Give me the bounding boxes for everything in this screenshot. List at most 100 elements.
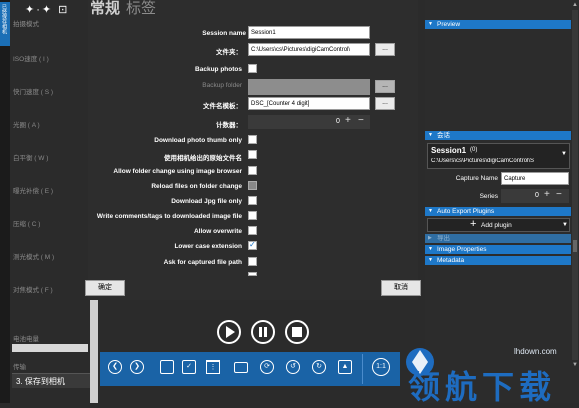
- option-checkbox[interactable]: [248, 135, 257, 144]
- folder-button[interactable]: [234, 362, 248, 373]
- session-name: Session1: [431, 146, 467, 155]
- add-plugin-dropdown[interactable]: + Add plugin ▼: [427, 218, 570, 232]
- watermark-url: lhdown.com: [514, 347, 557, 356]
- image-toolbar: ❮ ❯ ✓ ⋮ ⟳ ↺ ↻ ▲ 1:1: [100, 352, 400, 386]
- prev-icon: ❮: [112, 363, 118, 370]
- plus-icon: +: [470, 218, 477, 230]
- series-value: 0: [535, 192, 539, 199]
- setting-label-iso: ISO速度 ( I ): [13, 56, 49, 63]
- saved-camera-tab-label: 已经保存相机: [1, 4, 7, 34]
- rotate-right-button[interactable]: ↻: [312, 360, 326, 374]
- delete-button[interactable]: ⋮: [206, 360, 220, 374]
- check-button[interactable]: ✓: [182, 360, 196, 374]
- setting-label-shutter: 快门速度 ( S ): [13, 89, 54, 96]
- option-checkbox[interactable]: [248, 166, 257, 175]
- series-stepper: 0 + −: [501, 189, 569, 203]
- option-label: Allow overwrite: [193, 228, 242, 235]
- toolbar-divider: [362, 354, 363, 384]
- next-icon: ❯: [134, 363, 140, 370]
- series-plus-button[interactable]: +: [544, 190, 550, 200]
- backup-folder-input: [248, 79, 370, 95]
- setting-label-metering: 测光模式 ( M ): [13, 254, 55, 261]
- main-vertical-scrollbar[interactable]: [90, 300, 98, 403]
- folder-browse-button[interactable]: ...: [375, 43, 395, 56]
- setting-label-compression: 压缩 ( C ): [13, 221, 41, 228]
- option-checkbox[interactable]: [248, 196, 257, 205]
- image-icon: ▲: [341, 363, 349, 370]
- right-panel-scrollbar[interactable]: [572, 10, 578, 360]
- folder-label: 文件夹：: [216, 49, 242, 56]
- option-checkbox[interactable]: [248, 181, 257, 190]
- option-label: Write comments/tags to downloaded image …: [96, 213, 242, 220]
- pause-icon: [259, 327, 267, 337]
- chevron-down-icon: ▼: [561, 151, 567, 157]
- play-icon: [226, 326, 235, 338]
- file-template-browse-button[interactable]: ...: [375, 97, 395, 110]
- scroll-up-icon[interactable]: ▲: [572, 2, 578, 8]
- session-selector[interactable]: Session1 (0) C:\Users\cs\Pictures\digiCa…: [427, 143, 570, 169]
- add-plugin-label: Add plugin: [481, 222, 512, 229]
- setting-label-aperture: 光圈 ( A ): [13, 122, 40, 129]
- option-checkbox[interactable]: [248, 150, 257, 159]
- stop-button[interactable]: [285, 320, 309, 344]
- capture-name-label: Capture Name: [455, 175, 498, 182]
- tab-general[interactable]: 常规: [90, 0, 120, 18]
- metadata-header[interactable]: Metadata: [425, 256, 571, 265]
- backup-photos-label: Backup photos: [195, 66, 242, 73]
- cancel-button[interactable]: 取消: [381, 280, 421, 296]
- select-all-button[interactable]: [160, 360, 174, 374]
- zoom-1-1-button[interactable]: 1:1: [372, 358, 390, 376]
- backup-folder-label: Backup folder: [202, 82, 242, 89]
- preview-header[interactable]: Preview: [425, 20, 571, 29]
- pause-button[interactable]: [251, 320, 275, 344]
- folder-input[interactable]: C:\Users\cs\Pictures\digiCamControl\: [248, 43, 370, 56]
- play-button[interactable]: [217, 320, 241, 344]
- sync-icon: ⟳: [264, 363, 270, 370]
- check-icon: ✓: [186, 363, 192, 370]
- counter-plus-button[interactable]: +: [345, 116, 351, 126]
- export-header[interactable]: 导出: [425, 234, 571, 243]
- watermark: lhdown.com 领航下载: [400, 340, 579, 405]
- save-target-box[interactable]: 3. 保存到相机: [12, 373, 98, 388]
- option-label: Download Jpg file only: [171, 198, 242, 205]
- option-checkbox[interactable]: [248, 272, 257, 276]
- file-template-input[interactable]: DSC_[Counter 4 digit]: [248, 97, 370, 110]
- counter-label: 计数器：: [216, 122, 242, 129]
- session-path: C:\Users\cs\Pictures\digiCamControl\S: [431, 158, 535, 164]
- capture-name-input[interactable]: Capture: [501, 172, 569, 185]
- image-properties-header[interactable]: Image Properties: [425, 245, 571, 254]
- camera-settings-icons: ✦·✦ ⊡: [25, 4, 70, 16]
- sync-button[interactable]: ⟳: [260, 360, 274, 374]
- option-label: Download photo thumb only: [154, 137, 242, 144]
- counter-minus-button[interactable]: −: [358, 116, 364, 126]
- session-header[interactable]: 会话: [425, 131, 571, 140]
- series-minus-button[interactable]: −: [556, 190, 562, 200]
- session-name-input[interactable]: Session1: [248, 26, 370, 39]
- left-vertical-strip: 已经保存相机: [0, 0, 10, 403]
- stop-icon: [292, 327, 302, 337]
- next-button[interactable]: ❯: [130, 360, 144, 374]
- option-checkbox[interactable]: [248, 240, 257, 250]
- saved-camera-vertical-tab[interactable]: 已经保存相机: [0, 2, 10, 46]
- ok-button[interactable]: 确定: [85, 280, 125, 296]
- battery-label: 电池电量: [13, 336, 39, 343]
- preview-area: [425, 30, 571, 130]
- setting-label-focus-mode: 对焦模式 ( F ): [13, 287, 53, 294]
- series-label: Series: [479, 193, 498, 200]
- option-checkbox[interactable]: [248, 257, 257, 266]
- image-button[interactable]: ▲: [338, 360, 352, 374]
- backup-photos-checkbox[interactable]: [248, 64, 257, 73]
- backup-folder-browse-button: ...: [375, 80, 395, 93]
- auto-export-header[interactable]: Auto Export Plugins: [425, 207, 571, 216]
- session-name-label: Session name: [202, 30, 246, 37]
- option-checkbox[interactable]: [248, 226, 257, 235]
- prev-button[interactable]: ❮: [108, 360, 122, 374]
- setting-label-white-balance: 白平衡 ( W ): [13, 155, 49, 162]
- setting-label-exposure-comp: 曝光补偿 ( E ): [13, 188, 54, 195]
- option-checkbox[interactable]: [248, 211, 257, 220]
- tab-labels[interactable]: 标签: [126, 0, 156, 18]
- watermark-text: 领航下载: [408, 369, 557, 405]
- scrollbar-thumb[interactable]: [573, 240, 577, 252]
- rotate-left-button[interactable]: ↺: [286, 360, 300, 374]
- zoom-label: 1:1: [376, 363, 386, 370]
